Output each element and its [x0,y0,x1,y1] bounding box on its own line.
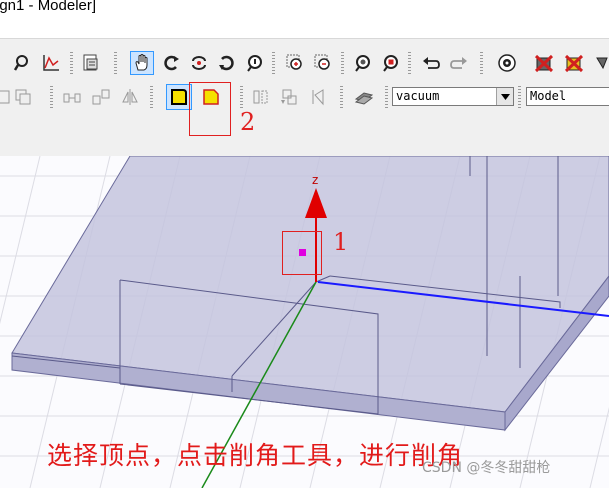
zoom-info-icon[interactable] [244,52,266,74]
toolbar-grip [150,86,153,108]
z-axis-label: z [312,173,318,187]
zoom-fit-icon[interactable] [12,52,34,74]
split-icon[interactable] [250,86,272,108]
orbit-icon[interactable] [188,52,210,74]
window-title: ign1 - Modeler] [0,0,97,14]
toolbar-grip [114,52,117,74]
spin-icon[interactable] [216,52,238,74]
toolbar-grip [340,86,343,108]
redo-icon[interactable] [448,52,470,74]
toolbar-grip [70,52,73,74]
zoom-in-icon[interactable] [284,52,306,74]
toolbar-grip [240,86,243,108]
imprint-icon[interactable] [278,86,300,108]
toolbar-grip [272,52,275,74]
pan-hand-icon[interactable] [130,51,154,75]
hide-icon[interactable] [533,52,555,74]
show-icon[interactable] [563,52,585,74]
duplicate-along-icon[interactable] [62,86,84,108]
toolbar-grip [408,52,411,74]
align-icon[interactable] [119,86,141,108]
plot-icon[interactable] [40,52,62,74]
annotation-label-1: 1 [333,228,349,256]
next-icon[interactable] [592,52,609,74]
toolbar-grip [50,86,53,108]
toolbar-grip [480,52,483,74]
sheet-icon[interactable] [80,52,102,74]
annotation-label-2: 2 [240,108,256,136]
zoom-out-icon[interactable] [312,52,334,74]
rotate-icon[interactable] [160,52,182,74]
toolbar-grip [341,52,344,74]
annotation-box-1 [282,231,322,275]
material-select[interactable]: vacuum [392,87,514,106]
coordinate-system-select[interactable]: Model [526,87,609,106]
coordinate-system-select-value: Model [530,89,567,103]
sweep-icon[interactable] [306,86,328,108]
duplicate-around-icon[interactable] [90,86,112,108]
toolbar-top-border [0,38,609,39]
group-icon[interactable] [12,86,34,108]
watermark: CSDN @冬冬甜甜枪 [422,460,551,476]
eye-icon[interactable] [496,52,518,74]
undo-icon[interactable] [420,52,442,74]
toolbar-grip [385,86,388,108]
instruction-caption: 选择顶点，点击削角工具，进行削角 [47,441,464,470]
material-select-value: vacuum [396,89,440,103]
fit-selected-icon[interactable] [380,52,402,74]
annotation-box-2 [189,82,231,136]
surface-icon[interactable] [353,86,375,108]
fit-all-icon[interactable] [352,52,374,74]
toolbar-grip [518,86,521,108]
chevron-down-icon[interactable] [496,88,513,105]
title-bar: ign1 - Modeler] [0,0,609,20]
